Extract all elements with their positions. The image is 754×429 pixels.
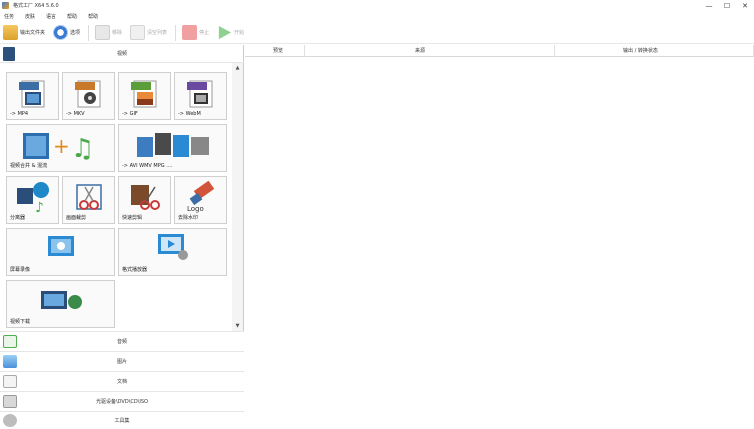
category-video[interactable]: 视频: [0, 45, 244, 63]
left-panel: 视频 -> MP4 -> MKV -> GIF -> WebM + ♫ 视频合并…: [0, 45, 244, 429]
tile-label: -> WebM: [178, 111, 201, 117]
tile-splitter[interactable]: ♪ 分离器: [6, 176, 59, 224]
start-label: 开始: [234, 30, 245, 36]
toolbar-divider: [88, 24, 90, 41]
remove-button[interactable]: 移除: [92, 23, 125, 43]
options-button[interactable]: 选项: [50, 23, 83, 43]
category-audio-label: 音频: [116, 339, 127, 345]
formats-icon: [137, 133, 209, 157]
menu-bar: 任务 皮肤 语言 帮助 帮助: [0, 11, 754, 22]
options-label: 选项: [70, 30, 81, 36]
column-source[interactable]: 来源: [305, 45, 555, 57]
clear-list-label: 清空列表: [147, 30, 168, 36]
title-bar: 格式工厂 X64 5.6.0 — ☐ ✕: [0, 0, 754, 11]
tile-quick-clip[interactable]: 快速剪辑: [118, 176, 171, 224]
remove-icon: [95, 25, 111, 40]
tile-label: -> MKV: [66, 111, 85, 117]
mp4-file-icon: [19, 80, 45, 108]
category-audio[interactable]: 音频: [0, 331, 244, 351]
folder-icon: [3, 25, 18, 40]
tile-to-avi-wmv-mpg[interactable]: -> AVI WMV MPG ....: [118, 124, 227, 172]
tile-to-mp4[interactable]: -> MP4: [6, 72, 59, 120]
svg-text:Logo: Logo: [187, 205, 204, 213]
menu-skin[interactable]: 皮肤: [25, 13, 35, 20]
column-preview[interactable]: 预览: [245, 45, 305, 57]
video-tools-grid: -> MP4 -> MKV -> GIF -> WebM + ♫ 视频合并 & …: [0, 63, 232, 331]
tile-label: 画面裁剪: [66, 215, 87, 221]
screen-record-icon: [48, 236, 74, 256]
tile-label: 分离器: [10, 215, 26, 221]
tiles-scrollbar[interactable]: ▲ ▼: [232, 63, 243, 331]
tile-label: 视频下载: [10, 319, 31, 325]
menu-help[interactable]: 帮助: [67, 13, 77, 20]
maximize-button[interactable]: ☐: [718, 0, 736, 11]
stop-icon: [182, 25, 198, 40]
category-image-label: 图片: [116, 359, 127, 365]
clear-list-button[interactable]: 清空列表: [127, 23, 170, 43]
tile-to-webm[interactable]: -> WebM: [174, 72, 227, 120]
tile-label: 去除水印: [178, 215, 199, 221]
toolbar: 输出文件夹 选项 移除 清空列表 停止 开始: [0, 22, 754, 44]
stop-label: 停止: [199, 30, 210, 36]
toolbar-divider: [175, 24, 177, 41]
app-icon: [2, 2, 9, 9]
tile-label: -> MP4: [10, 111, 29, 117]
category-video-label: 视频: [116, 51, 127, 57]
options-icon: [53, 25, 69, 40]
category-tools[interactable]: 工具集: [0, 411, 244, 429]
tile-remove-watermark[interactable]: Logo 去除水印: [174, 176, 227, 224]
category-image[interactable]: 图片: [0, 351, 244, 371]
play-icon: [218, 25, 232, 40]
tile-screen-record[interactable]: 屏幕录像: [6, 228, 115, 276]
svg-text:♪: ♪: [35, 200, 44, 214]
stop-button[interactable]: 停止: [179, 23, 212, 43]
task-list: 预览 来源 输出 / 转换状态: [245, 45, 754, 429]
eraser-icon: Logo: [187, 181, 215, 213]
mkv-file-icon: [75, 80, 101, 108]
tile-label: -> AVI WMV MPG ....: [122, 163, 173, 169]
category-tools-label: 工具集: [114, 418, 130, 424]
output-folder-button[interactable]: 输出文件夹: [0, 23, 48, 43]
merge-icon: + ♫: [23, 133, 94, 163]
tile-player[interactable]: 格式播放器: [118, 228, 227, 276]
tile-label: 屏幕录像: [10, 267, 31, 273]
window-controls: — ☐ ✕: [700, 0, 754, 11]
tile-label: 视频合并 & 混流: [10, 163, 48, 169]
category-disc-label: 光驱设备\DVD\CD\ISO: [95, 399, 148, 405]
tile-crop[interactable]: 画面裁剪: [62, 176, 115, 224]
menu-task[interactable]: 任务: [4, 13, 14, 20]
crop-icon: [76, 184, 102, 210]
category-disc[interactable]: 光驱设备\DVD\CD\ISO: [0, 391, 244, 411]
tile-to-gif[interactable]: -> GIF: [118, 72, 171, 120]
tile-video-download[interactable]: 视频下载: [6, 280, 115, 328]
player-icon: [158, 234, 188, 260]
remove-label: 移除: [112, 30, 123, 36]
output-folder-label: 输出文件夹: [20, 30, 46, 36]
gif-file-icon: [131, 80, 157, 108]
menu-language[interactable]: 语言: [46, 13, 56, 20]
scroll-up-arrow[interactable]: ▲: [232, 63, 243, 73]
tile-label: -> GIF: [122, 111, 138, 117]
menu-help-2[interactable]: 帮助: [88, 13, 98, 20]
close-button[interactable]: ✕: [736, 0, 754, 11]
minimize-button[interactable]: —: [700, 0, 718, 11]
svg-text:♫: ♫: [71, 134, 94, 163]
category-document-label: 文档: [116, 379, 127, 385]
video-download-icon: [41, 291, 82, 309]
splitter-icon: ♪: [17, 182, 49, 214]
tile-label: 快速剪辑: [122, 215, 143, 221]
scroll-down-arrow[interactable]: ▼: [232, 321, 243, 331]
column-output-status[interactable]: 输出 / 转换状态: [555, 45, 754, 57]
start-button[interactable]: 开始: [214, 23, 247, 43]
window-title: 格式工厂 X64 5.6.0: [13, 3, 59, 9]
tile-merge-mux[interactable]: + ♫ 视频合并 & 混流: [6, 124, 115, 172]
svg-text:+: +: [53, 134, 70, 158]
tile-label: 格式播放器: [122, 267, 148, 273]
tile-to-mkv[interactable]: -> MKV: [62, 72, 115, 120]
task-list-header: 预览 来源 输出 / 转换状态: [245, 45, 754, 57]
category-document[interactable]: 文档: [0, 371, 244, 391]
clear-list-icon: [130, 25, 146, 40]
clip-icon: [131, 185, 160, 210]
webm-file-icon: [187, 80, 213, 108]
